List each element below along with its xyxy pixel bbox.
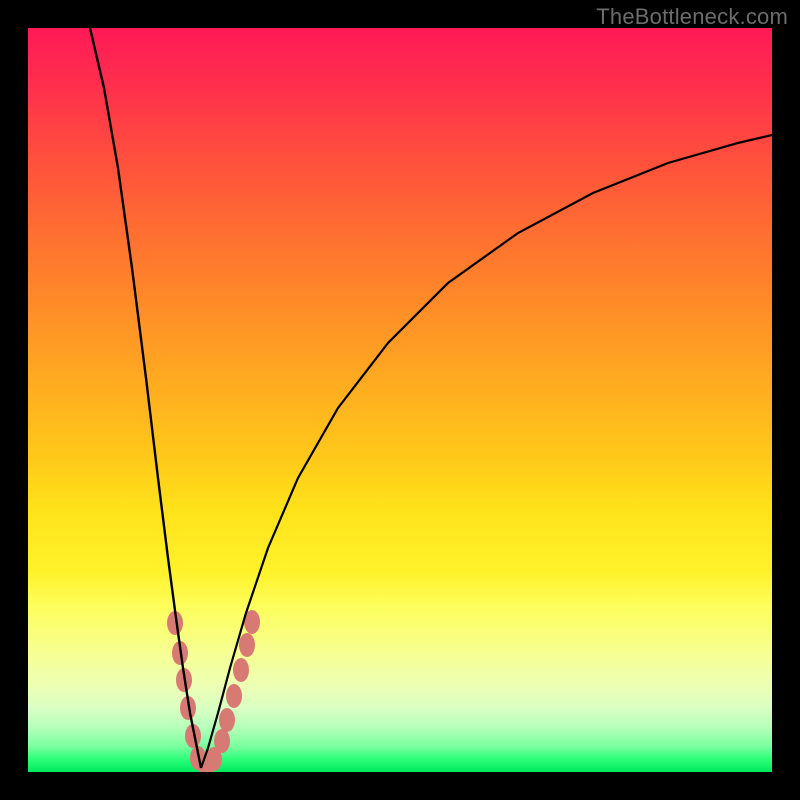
data-dot xyxy=(239,633,255,657)
chart-frame: TheBottleneck.com xyxy=(0,0,800,800)
plot-area xyxy=(28,28,772,772)
curve-layer xyxy=(28,28,772,772)
data-dot xyxy=(214,729,230,753)
data-dot xyxy=(219,708,235,732)
right-curve xyxy=(201,135,772,768)
data-dot xyxy=(233,658,249,682)
data-dot xyxy=(226,684,242,708)
data-dots xyxy=(167,610,260,772)
watermark-text: TheBottleneck.com xyxy=(596,4,788,30)
